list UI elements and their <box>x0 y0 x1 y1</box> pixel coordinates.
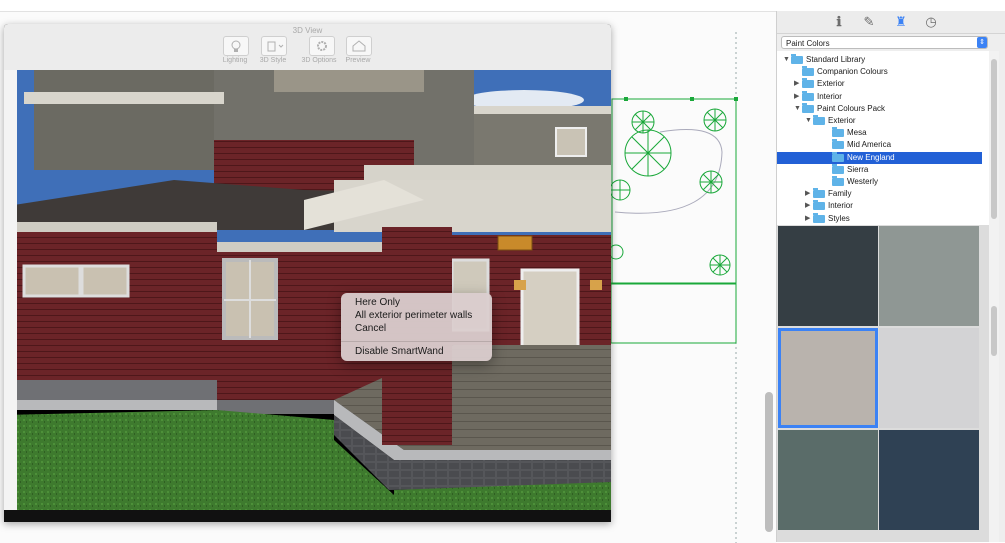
tree-item-label: Styles <box>828 213 850 223</box>
tree-item[interactable]: ▶ Styles <box>777 212 982 225</box>
folder-icon <box>832 139 844 150</box>
style-icon <box>267 41 284 52</box>
swatch-scroll-thumb[interactable] <box>991 306 997 356</box>
tree-item[interactable]: ▼ Paint Colours Pack <box>777 102 982 115</box>
panel-tabs: ℹ ✎ ♜ ◷ <box>777 11 1005 34</box>
menu-separator <box>341 341 492 342</box>
tree-symbols <box>608 108 731 276</box>
bulb-icon <box>231 40 241 52</box>
tree-item-label: Mid America <box>847 140 892 150</box>
tree-item[interactable]: Westerly <box>777 176 982 188</box>
folder-icon <box>802 90 814 101</box>
folder-icon <box>813 115 825 125</box>
tree-item[interactable]: Companion Colours <box>777 66 982 78</box>
menu-item-all-exterior-walls[interactable]: All exterior perimeter walls <box>355 310 472 321</box>
tree-item[interactable]: ▼ Standard Library <box>777 54 982 66</box>
color-swatch-grid <box>777 225 989 542</box>
tree-item-label: Companion Colours <box>817 67 888 77</box>
disclosure-closed-icon[interactable]: ▶ <box>805 188 813 200</box>
3d-view-window[interactable]: 3D View Lighting 3D Style 3D Options Pre… <box>4 24 611 522</box>
context-menu: Here Only All exterior perimeter walls C… <box>341 293 492 361</box>
tree-item[interactable]: New England <box>777 151 982 164</box>
tree-item-label: Paint Colours Pack <box>817 103 886 113</box>
tree-item-label: Standard Library <box>806 55 866 64</box>
gear-icon <box>317 41 327 51</box>
tree-item-label: Interior <box>817 91 842 101</box>
tree-item[interactable]: ▶ Family <box>777 188 982 200</box>
color-swatch[interactable] <box>879 226 979 326</box>
disclosure-closed-icon[interactable]: ▶ <box>794 78 802 90</box>
tree-item-label: Interior <box>828 201 853 211</box>
tree-item-label: Exterior <box>817 79 845 89</box>
disclosure-open-icon[interactable]: ▼ <box>805 115 813 127</box>
tree-item-label: Mesa <box>847 128 867 138</box>
info-icon[interactable]: ℹ <box>831 14 847 30</box>
disclosure-closed-icon[interactable]: ▶ <box>794 91 802 103</box>
disclosure-open-icon[interactable]: ▼ <box>783 54 791 66</box>
chevron-updown-icon[interactable]: ⇕ <box>977 37 987 48</box>
plan-scrollbar[interactable] <box>765 392 773 532</box>
library-panel: ℹ ✎ ♜ ◷ Paint Colors ⇕ ▼ Standard Library… <box>776 11 1005 542</box>
folder-icon <box>832 163 844 174</box>
3d-style-button[interactable] <box>261 36 287 56</box>
folder-icon <box>791 54 803 64</box>
folder-icon <box>832 151 844 162</box>
tree-item[interactable]: Sierra <box>777 163 982 176</box>
tree-item[interactable]: ▼ Exterior <box>777 115 982 127</box>
timer-icon[interactable]: ◷ <box>923 14 939 30</box>
disclosure-closed-icon[interactable]: ▶ <box>805 200 813 212</box>
menu-item-disable-smartwand[interactable]: Disable SmartWand <box>355 346 444 357</box>
tree-scroll-thumb[interactable] <box>991 59 997 219</box>
folder-icon <box>813 212 825 223</box>
swatch-scrollbar[interactable] <box>989 225 999 542</box>
color-swatch[interactable] <box>778 430 878 530</box>
disclosure-closed-icon[interactable]: ▶ <box>805 213 813 225</box>
tree-item-label: Sierra <box>847 164 869 174</box>
color-swatch[interactable] <box>879 328 979 428</box>
3d-view-bottom-bar <box>4 510 611 522</box>
tree-item-label: Family <box>828 189 852 199</box>
3d-scene[interactable] <box>4 70 611 510</box>
top-strip <box>0 0 1005 11</box>
menu-item-cancel[interactable]: Cancel <box>355 323 386 334</box>
folder-icon <box>802 102 814 113</box>
chair-icon[interactable]: ♜ <box>893 14 909 30</box>
tree-item-label: Exterior <box>828 116 856 125</box>
menu-item-here-only[interactable]: Here Only <box>355 297 400 308</box>
library-tree: ▼ Standard Library Companion Colours ▶ Exter… <box>777 51 989 225</box>
folder-icon <box>832 127 844 138</box>
left-strip <box>4 70 17 510</box>
library-select[interactable]: Paint Colors <box>781 36 988 49</box>
tree-item-label: Westerly <box>847 177 878 186</box>
tree-item-label: New England <box>847 152 895 162</box>
disclosure-open-icon[interactable]: ▼ <box>794 103 802 115</box>
color-swatch[interactable] <box>778 328 878 428</box>
folder-icon <box>802 78 814 89</box>
color-swatch[interactable] <box>879 430 979 530</box>
3d-view-toolbar: 3D View Lighting 3D Style 3D Options Pre… <box>4 24 611 71</box>
preview-label: Preview <box>345 57 371 64</box>
tree-item[interactable]: ▶ Exterior <box>777 78 982 90</box>
folder-icon <box>832 176 844 186</box>
folder-icon <box>813 200 825 211</box>
tree-item[interactable]: Mid America <box>777 139 982 151</box>
tree-item[interactable]: Mesa <box>777 127 982 139</box>
tree-item[interactable]: ▶ Interior <box>777 200 982 212</box>
folder-icon <box>813 188 825 199</box>
house-icon <box>352 40 366 52</box>
folder-icon <box>802 66 814 77</box>
tree-item[interactable]: ▶ Interior <box>777 90 982 103</box>
window-title: 3D View <box>292 26 323 35</box>
preview-button[interactable] <box>346 36 372 56</box>
lighting-button[interactable] <box>223 36 249 56</box>
3d-options-button[interactable] <box>309 36 335 56</box>
color-swatch[interactable] <box>778 226 878 326</box>
tag-icon[interactable]: ✎ <box>861 14 877 30</box>
